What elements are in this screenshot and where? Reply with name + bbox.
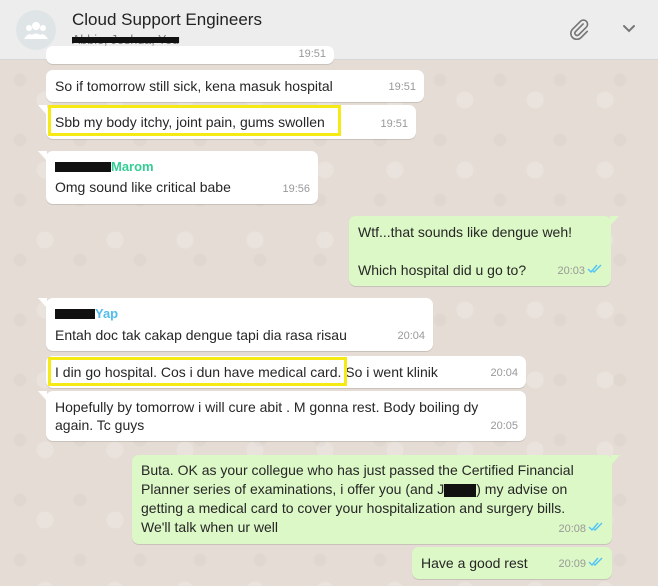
redacted-name (444, 483, 477, 497)
message-text: Hopefully by tomorrow i will cure abit .… (55, 399, 479, 415)
message-text: Omg sound like critical babe (55, 179, 231, 195)
highlight-box (48, 105, 341, 136)
message-time: 20:09 (558, 558, 586, 570)
message-time: 20:03 (557, 265, 585, 277)
redacted-name (55, 309, 95, 320)
message-bubble[interactable]: Hopefully by tomorrow i will cure abit .… (38, 391, 526, 441)
message-time: 20:04 (397, 330, 425, 342)
chat-participants: Abbie, Joshua, You (72, 33, 179, 47)
paperclip-icon[interactable] (568, 18, 590, 45)
message-text: Wtf...that sounds like dengue weh! (358, 224, 573, 240)
message-text: Buta. OK as your collegue who has just p… (141, 462, 574, 478)
message-text: again. Tc guys (55, 417, 145, 433)
double-check-icon (587, 260, 603, 279)
message-sender: Yap (55, 304, 118, 323)
message-bubble-partial: 19:51 (46, 46, 334, 64)
sender-name: Yap (95, 306, 119, 321)
highlight-box (48, 357, 347, 386)
message-text: Planner series of examinations, i offer … (141, 480, 567, 499)
message-bubble-outgoing[interactable]: Have a good rest 20:09 (412, 547, 612, 579)
message-bubble[interactable]: So if tomorrow still sick, kena masuk ho… (46, 70, 424, 102)
message-text: We'll talk when ur well (141, 519, 279, 535)
message-text: Which hospital did u go to? (358, 262, 527, 278)
message-text: So if tomorrow still sick, kena masuk ho… (55, 78, 333, 94)
message-sender: Marom (55, 157, 154, 176)
message-time: 20:04 (490, 367, 518, 379)
message-bubble[interactable]: Marom Omg sound like critical babe 19:56 (38, 151, 318, 204)
group-avatar-icon[interactable] (16, 10, 56, 50)
chat-title: Cloud Support Engineers (72, 10, 262, 29)
message-time: 20:05 (490, 420, 518, 432)
message-bubble-outgoing[interactable]: Buta. OK as your collegue who has just p… (132, 455, 620, 544)
message-time: 20:08 (558, 523, 586, 535)
message-text: Entah doc tak cakap dengue tapi dia rasa… (55, 327, 347, 343)
message-time: 19:56 (282, 183, 310, 195)
message-bubble-outgoing[interactable]: Wtf...that sounds like dengue weh! Which… (349, 216, 619, 286)
message-text: getting a medical card to cover your hos… (141, 500, 566, 516)
message-text: Have a good rest (421, 555, 528, 571)
message-text-rest: So i went klinik (341, 364, 438, 380)
message-bubble[interactable]: Yap Entah doc tak cakap dengue tapi dia … (38, 298, 433, 351)
double-check-icon (588, 553, 604, 572)
double-check-icon (588, 518, 604, 537)
redacted-name (55, 162, 111, 173)
message-text-part: ) my advise on (476, 481, 568, 497)
message-text-part: Planner series of examinations, i offer … (141, 481, 445, 497)
message-time: 19:51 (298, 48, 326, 60)
message-time: 19:51 (388, 81, 416, 93)
chevron-down-icon[interactable] (620, 20, 638, 43)
participants-text: Abbie, Joshua, You (72, 33, 180, 47)
sender-name: Marom (111, 159, 154, 174)
message-time: 19:51 (380, 118, 408, 130)
